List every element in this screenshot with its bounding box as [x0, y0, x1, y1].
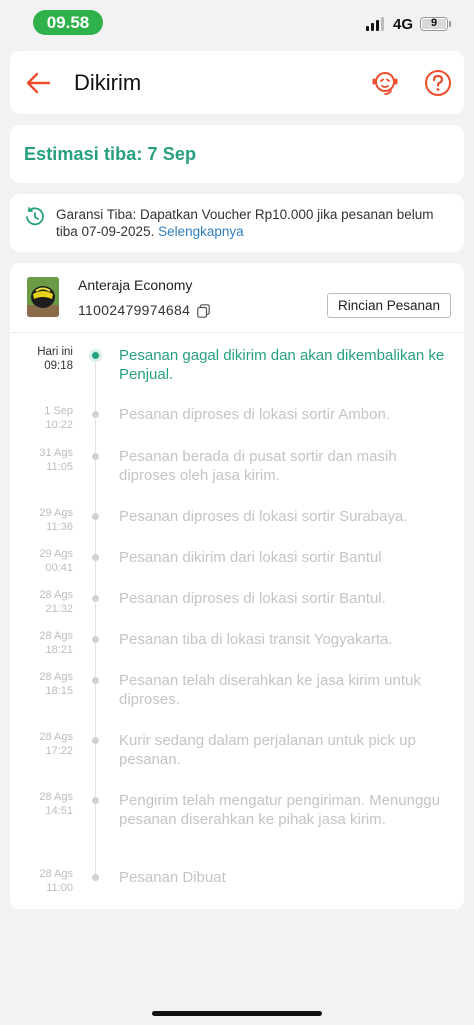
clock-icon: [26, 207, 44, 226]
event-description: Pesanan diproses di lokasi sortir Ambon.: [119, 406, 390, 423]
battery-icon: 9: [420, 17, 448, 31]
event-time: 14:51: [45, 805, 73, 817]
tracking-card: Anteraja Economy 11002479974684 Rincian …: [10, 263, 464, 909]
event-date: 29 Ags: [39, 507, 73, 519]
copy-icon[interactable]: [197, 304, 210, 318]
event-time: 00:41: [45, 562, 73, 574]
event-date: 29 Ags: [39, 548, 73, 560]
event-time: 21:32: [45, 603, 73, 615]
event-date: Hari ini: [37, 346, 73, 358]
page-title: Dikirim: [74, 70, 142, 95]
arrival-estimate-card: Estimasi tiba: 7 Sep: [10, 125, 464, 183]
timeline-dot: [92, 874, 99, 881]
timeline-dot: [92, 411, 99, 418]
question-icon: [425, 70, 451, 96]
event-description: Pesanan tiba di lokasi transit Yogyakart…: [119, 631, 393, 648]
event-date: 31 Ags: [39, 447, 73, 459]
event-description: Pesanan Dibuat: [119, 869, 226, 886]
event-time: 11:36: [46, 521, 73, 533]
timeline-dot: [92, 737, 99, 744]
back-button[interactable]: [24, 69, 52, 97]
customer-service-icon: [372, 72, 398, 95]
event-description: Kurir sedang dalam perjalanan untuk pick…: [119, 732, 416, 768]
event-time: 11:00: [46, 882, 73, 894]
event-time: 09:18: [44, 360, 73, 372]
order-details-button[interactable]: Rincian Pesanan: [327, 293, 451, 318]
event-date: 28 Ags: [39, 731, 73, 743]
timeline-dot: [92, 352, 99, 359]
event-date: 28 Ags: [39, 589, 73, 601]
event-time: 18:21: [45, 644, 73, 656]
event-time: 18:15: [45, 685, 73, 697]
event-description: Pesanan berada di pusat sortir dan masih…: [119, 448, 397, 484]
event-time: 10:22: [45, 419, 73, 431]
courier-logo: [27, 277, 59, 317]
event-date: 28 Ags: [39, 630, 73, 642]
event-date: 28 Ags: [39, 671, 73, 683]
courier-name: Anteraja Economy: [78, 277, 193, 293]
event-description: Pesanan diproses di lokasi sortir Suraba…: [119, 508, 408, 525]
learn-more-link[interactable]: Selengkapnya: [158, 224, 244, 239]
timeline-dot: [92, 595, 99, 602]
timeline-dot: [92, 513, 99, 520]
event-description: Pesanan gagal dikirim dan akan dikembali…: [119, 347, 445, 383]
network-type: 4G: [393, 16, 414, 33]
event-description: Pengirim telah mengatur pengiriman. Menu…: [119, 792, 441, 828]
status-time: 09.58: [33, 10, 103, 35]
app-header: Dikirim: [10, 51, 464, 114]
battery-tip: [449, 21, 451, 27]
arrival-guarantee-text: Garansi Tiba: Dapatkan Voucher Rp10.000 …: [56, 206, 456, 240]
battery-level: 9: [430, 17, 438, 29]
tracking-number: 11002479974684: [78, 302, 191, 318]
help-button[interactable]: [424, 69, 452, 97]
event-date: 1 Sep: [44, 405, 73, 417]
home-indicator: [152, 1011, 322, 1016]
arrival-estimate: Estimasi tiba: 7 Sep: [24, 144, 197, 164]
timeline-dot: [92, 636, 99, 643]
guarantee-description: Garansi Tiba: Dapatkan Voucher Rp10.000 …: [56, 207, 434, 239]
timeline-dot: [92, 453, 99, 460]
event-date: 28 Ags: [39, 791, 73, 803]
signal-icon: [366, 17, 384, 31]
divider: [10, 332, 464, 333]
event-date: 28 Ags: [39, 868, 73, 880]
timeline-dot: [92, 554, 99, 561]
event-description: Pesanan telah diserahkan ke jasa kirim u…: [119, 672, 421, 708]
timeline-dot: [92, 677, 99, 684]
event-time: 17:22: [45, 745, 73, 757]
status-bar: 09.58 4G 9: [0, 0, 474, 44]
timeline-dot: [92, 797, 99, 804]
arrow-left-icon: [26, 72, 51, 94]
arrival-guarantee-card: Garansi Tiba: Dapatkan Voucher Rp10.000 …: [10, 194, 464, 252]
event-time: 11:05: [46, 461, 73, 473]
customer-service-button[interactable]: [371, 68, 399, 96]
event-description: Pesanan diproses di lokasi sortir Bantul…: [119, 590, 386, 607]
event-description: Pesanan dikirim dari lokasi sortir Bantu…: [119, 549, 382, 566]
